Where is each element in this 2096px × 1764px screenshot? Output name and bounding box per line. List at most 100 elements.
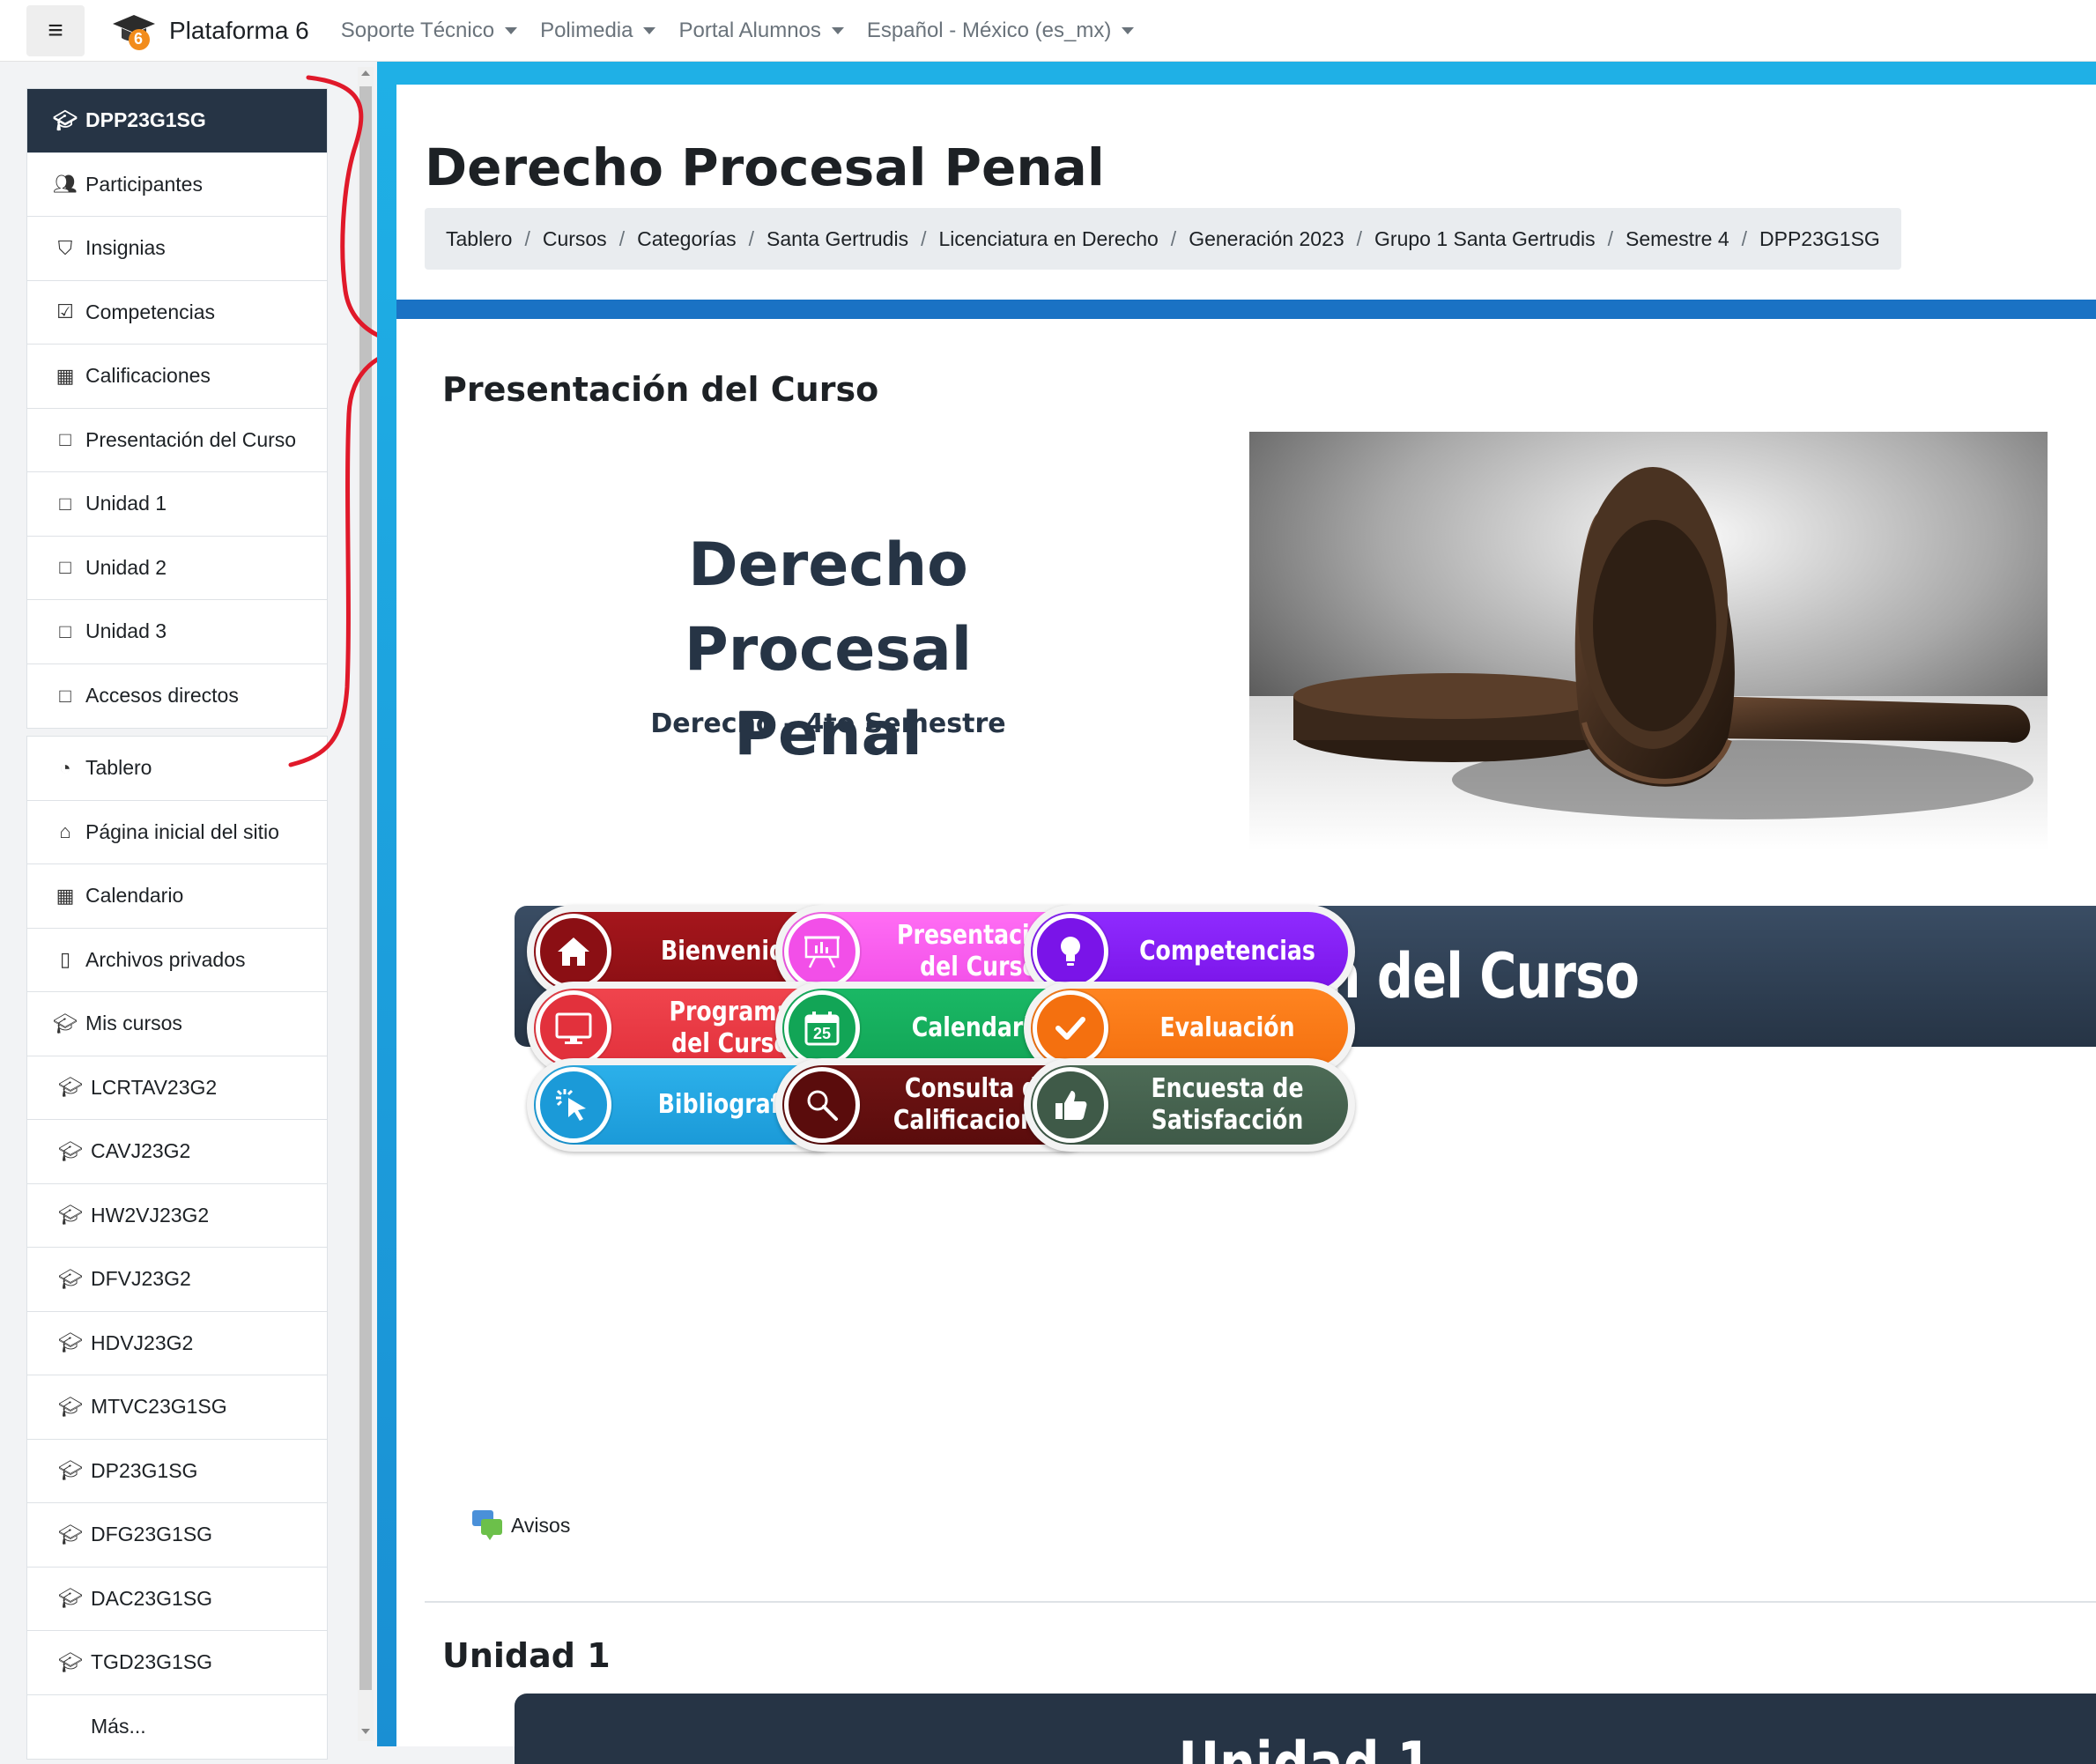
button-body: Evaluación <box>1031 989 1348 1068</box>
avisos-link[interactable]: Avisos <box>470 1508 570 1542</box>
home-icon <box>536 914 611 989</box>
drawer-item-insignias[interactable]: ⛉ Insignias <box>27 217 327 281</box>
nav-soporte-tecnico[interactable]: Soporte Técnico <box>341 19 518 43</box>
drawer-item-dp23g1sg[interactable]: 🎓︎ DP23G1SG <box>27 1440 327 1503</box>
scrollbar-thumb[interactable] <box>359 86 372 1690</box>
breadcrumb-item[interactable]: Grupo 1 Santa Gertrudis <box>1374 227 1596 251</box>
button-label: Encuesta de Satisfacción <box>1151 1073 1304 1136</box>
drawer-item-participantes[interactable]: 👥︎ Participantes <box>27 153 327 217</box>
breadcrumb-item[interactable]: Categorías <box>637 227 737 251</box>
course-button-encuesta-de-satisfaccion[interactable]: Encuesta de Satisfacción <box>1024 1058 1355 1152</box>
breadcrumb-item[interactable]: Licenciatura en Derecho <box>938 227 1158 251</box>
breadcrumb-separator: / <box>921 226 927 250</box>
breadcrumb-separator: / <box>1741 226 1748 250</box>
drawer-item-lcrtav23g2[interactable]: 🎓︎ LCRTAV23G2 <box>27 1056 327 1120</box>
shield-icon: ⛉ <box>57 236 73 259</box>
drawer-item-dfg23g1sg[interactable]: 🎓︎ DFG23G1SG <box>27 1503 327 1568</box>
checkmark-icon <box>1033 990 1108 1066</box>
breadcrumb-item[interactable]: DPP23G1SG <box>1759 227 1880 251</box>
drawer-item-unidad-1[interactable]: □ Unidad 1 <box>27 472 327 537</box>
button-label: Competencias <box>1139 936 1315 967</box>
site-brand[interactable]: 6 Plataforma 6 <box>111 10 309 52</box>
chevron-down-icon <box>505 26 518 34</box>
drawer-item-dpp23g1sg[interactable]: 🎓︎ DPP23G1SG <box>27 89 327 153</box>
drawer-item-calificaciones[interactable]: ▦ Calificaciones <box>27 345 327 409</box>
drawer-item-label: TGD23G1SG <box>91 1650 213 1674</box>
drawer-item-dac23g1sg[interactable]: 🎓︎ DAC23G1SG <box>27 1568 327 1631</box>
nav-portal-alumnos[interactable]: Portal Alumnos <box>678 19 844 43</box>
drawer-item-más[interactable]: Más... <box>27 1695 327 1760</box>
drawer-item-dfvj23g2[interactable]: 🎓︎ DFVJ23G2 <box>27 1248 327 1312</box>
drawer-item-label: Unidad 1 <box>85 492 167 515</box>
scroll-down-arrow-icon[interactable] <box>361 1729 370 1734</box>
drawer-item-tgd23g1sg[interactable]: 🎓︎ TGD23G1SG <box>27 1631 327 1695</box>
drawer-item-label: Calificaciones <box>85 364 211 388</box>
drawer-item-label: DP23G1SG <box>91 1458 198 1482</box>
breadcrumb-item[interactable]: Santa Gertrudis <box>767 227 908 251</box>
drawer-item-accesos-directos[interactable]: □ Accesos directos <box>27 664 327 729</box>
drawer-item-mis-cursos[interactable]: 🎓︎ Mis cursos <box>27 992 327 1056</box>
drawer-item-hdvj23g2[interactable]: 🎓︎ HDVJ23G2 <box>27 1312 327 1375</box>
drawer-item-label: HW2VJ23G2 <box>91 1203 210 1227</box>
drawer-item-label: CAVJ23G2 <box>91 1139 191 1163</box>
breadcrumb-separator: / <box>1607 226 1614 250</box>
nav-menu: Soporte Técnico Polimedia Portal Alumnos… <box>341 19 1158 43</box>
calendar-day-number: 25 <box>812 1025 832 1042</box>
scroll-up-arrow-icon[interactable] <box>361 70 370 76</box>
calendar-icon: ▦ <box>56 884 75 907</box>
language-selector[interactable]: Español - México (es_mx) <box>867 19 1135 43</box>
logo-badge: 6 <box>134 29 144 48</box>
drawer-item-label: Archivos privados <box>85 947 246 971</box>
drawer-item-archivos-privados[interactable]: ▯ Archivos privados <box>27 929 327 992</box>
folder-icon: □ <box>59 428 71 451</box>
top-navbar: ≡ 6 Plataforma 6 Soporte Técnico Polimed… <box>0 0 2096 62</box>
drawer-item-label: Más... <box>91 1715 146 1738</box>
magnifier-icon <box>784 1067 860 1143</box>
graduation-cap-icon: 🎓︎ <box>58 1076 83 1099</box>
graduation-cap-icon: 🎓︎ <box>58 1650 83 1673</box>
brand-name: Plataforma 6 <box>169 16 309 44</box>
drawer-item-cavj23g2[interactable]: 🎓︎ CAVJ23G2 <box>27 1120 327 1184</box>
graduation-cap-icon: 🎓︎ <box>58 1267 83 1290</box>
drawer-scrollbar[interactable] <box>358 67 374 1741</box>
drawer-item-unidad-2[interactable]: □ Unidad 2 <box>27 537 327 600</box>
drawer-item-label: DAC23G1SG <box>91 1586 213 1610</box>
chevron-down-icon <box>1122 26 1135 34</box>
drawer-item-label: DFG23G1SG <box>91 1523 213 1546</box>
drawer-item-competencias[interactable]: ☑ Competencias <box>27 281 327 345</box>
unidad-1-banner: Unidad 1 <box>515 1694 2096 1764</box>
graduation-cap-icon: 🎓︎ <box>53 108 78 131</box>
breadcrumb-item[interactable]: Semestre 4 <box>1626 227 1729 251</box>
drawer-item-label: HDVJ23G2 <box>91 1330 194 1354</box>
drawer-item-label: MTVC23G1SG <box>91 1395 227 1419</box>
breadcrumb-item[interactable]: Tablero <box>446 227 512 251</box>
course-content: Presentación del Curso Derecho Procesal … <box>396 319 2096 1764</box>
drawer-item-label: DFVJ23G2 <box>91 1267 191 1291</box>
file-icon: ▯ <box>59 948 71 971</box>
graduation-cap-icon: 🎓︎ <box>53 1012 78 1034</box>
breadcrumb-separator: / <box>1356 226 1363 250</box>
breadcrumb-separator: / <box>1170 226 1177 250</box>
folder-icon: □ <box>59 556 71 579</box>
breadcrumb-item[interactable]: Cursos <box>543 227 607 251</box>
chevron-down-icon <box>643 26 656 34</box>
drawer-item-calendario[interactable]: ▦ Calendario <box>27 864 327 929</box>
gavel-image <box>1249 432 2048 851</box>
drawer-item-label: Unidad 3 <box>85 619 167 643</box>
drawer-item-hw2vj23g2[interactable]: 🎓︎ HW2VJ23G2 <box>27 1184 327 1248</box>
hamburger-menu-button[interactable]: ≡ <box>26 4 85 56</box>
drawer-item-mtvc23g1sg[interactable]: 🎓︎ MTVC23G1SG <box>27 1375 327 1440</box>
drawer-item-tablero[interactable]: ◔ Tablero <box>27 737 327 801</box>
drawer-item-label: Competencias <box>85 300 216 323</box>
drawer-item-unidad-3[interactable]: □ Unidad 3 <box>27 600 327 664</box>
page-title: Derecho Procesal Penal <box>425 137 1105 197</box>
presentation-board-icon <box>784 914 860 989</box>
breadcrumb-item[interactable]: Generación 2023 <box>1189 227 1344 251</box>
drawer-item-label: Presentación del Curso <box>85 427 297 451</box>
main-region: Derecho Procesal Penal Tablero / Cursos / Ca… <box>377 62 2096 1764</box>
nav-polimedia[interactable]: Polimedia <box>540 19 656 43</box>
nav-drawer: 🎓︎ DPP23G1SG 👥︎ Participantes ⛉ Insignias ☑ Com… <box>0 62 377 1760</box>
drawer-item-presentación-del-curso[interactable]: □ Presentación del Curso <box>27 409 327 472</box>
drawer-item-página-inicial-del-sitio[interactable]: ⌂ Página inicial del sitio <box>27 801 327 864</box>
thumbs-up-icon <box>1033 1067 1108 1143</box>
